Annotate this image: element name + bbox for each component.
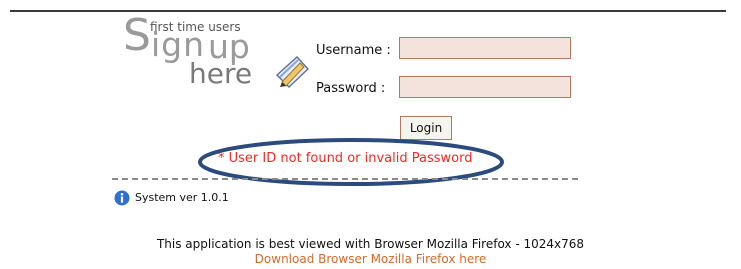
error-marker: * [218,151,225,166]
signup-here-text: here [189,57,253,90]
username-input[interactable] [399,37,571,59]
signup-logo-s: S [123,10,151,61]
info-icon [114,190,130,206]
browser-note: This application is best viewed with Bro… [156,237,585,251]
error-message: * User ID not found or invalid Password [218,151,472,166]
signup-logo[interactable]: S first time users ign up here [123,10,313,108]
top-divider [10,10,726,12]
username-label: Username : [316,43,391,58]
dashed-divider [112,178,578,180]
password-label: Password : [316,81,386,96]
error-text: User ID not found or invalid Password [228,151,473,166]
system-version: System ver 1.0.1 [135,191,229,204]
pen-pencil-icon [275,56,309,88]
password-input[interactable] [399,76,571,98]
download-firefox-link[interactable]: Download Browser Mozilla Firefox here [0,252,741,266]
